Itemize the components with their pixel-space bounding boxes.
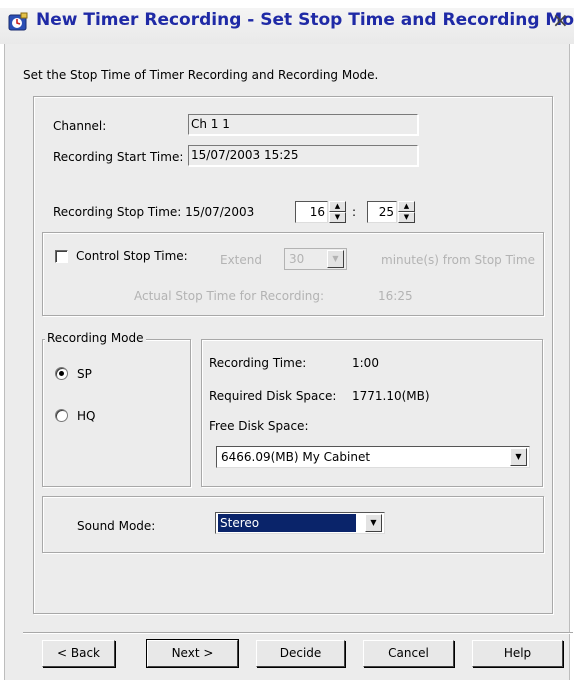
stop-minute-spinner[interactable]: ▲ ▼ xyxy=(398,201,415,223)
recording-mode-legend: Recording Mode xyxy=(45,331,146,345)
disk-space-label: Required Disk Space: xyxy=(209,389,337,403)
time-separator: : xyxy=(352,205,357,219)
extend-value: 30 xyxy=(289,252,305,266)
spin-up-icon[interactable]: ▲ xyxy=(329,201,346,212)
extend-select: 30 ▼ xyxy=(284,248,347,270)
dialog-body: Set the Stop Time of Timer Recording and… xyxy=(4,44,573,680)
spin-down-icon[interactable]: ▼ xyxy=(398,212,415,223)
free-space-value: 6466.09(MB) My Cabinet xyxy=(221,450,371,464)
chevron-down-icon[interactable]: ▼ xyxy=(365,514,382,532)
free-space-select[interactable]: 6466.09(MB) My Cabinet ▼ xyxy=(216,446,530,468)
start-time-label: Recording Start Time: xyxy=(53,150,184,164)
back-button[interactable]: < Back xyxy=(42,640,115,667)
recording-time-label: Recording Time: xyxy=(209,356,307,370)
cancel-button[interactable]: Cancel xyxy=(363,640,454,667)
control-stop-label[interactable]: Control Stop Time: xyxy=(76,249,188,263)
radio-hq[interactable] xyxy=(55,409,68,422)
spin-down-icon[interactable]: ▼ xyxy=(329,212,346,223)
control-stop-group xyxy=(42,232,544,316)
chevron-down-icon[interactable]: ▼ xyxy=(510,448,527,466)
disk-space-value: 1771.10(MB) xyxy=(352,389,430,403)
decide-button[interactable]: Decide xyxy=(256,640,345,667)
channel-label: Channel: xyxy=(53,119,107,133)
extend-label: Extend xyxy=(220,253,262,267)
app-icon xyxy=(8,12,28,31)
instruction-text: Set the Stop Time of Timer Recording and… xyxy=(23,68,379,82)
free-space-label: Free Disk Space: xyxy=(209,419,309,433)
sound-mode-label: Sound Mode: xyxy=(77,519,156,533)
radio-sp-label[interactable]: SP xyxy=(77,367,92,381)
channel-field: Ch 1 1 xyxy=(188,114,418,135)
title-bar: New Timer Recording - Set Stop Time and … xyxy=(0,0,574,44)
stop-minute-input[interactable]: 25 xyxy=(367,201,397,223)
close-icon[interactable]: × xyxy=(552,8,569,32)
stop-hour-input[interactable]: 16 xyxy=(295,201,328,223)
sound-mode-select[interactable]: Stereo ▼ xyxy=(215,512,385,534)
radio-sp[interactable] xyxy=(55,367,68,380)
recording-time-value: 1:00 xyxy=(352,356,379,370)
chevron-down-icon: ▼ xyxy=(327,250,344,268)
spin-up-icon[interactable]: ▲ xyxy=(398,201,415,212)
control-stop-checkbox[interactable] xyxy=(55,250,68,263)
start-time-field: 15/07/2003 15:25 xyxy=(188,145,418,166)
window-title: New Timer Recording - Set Stop Time and … xyxy=(36,10,574,30)
extend-suffix: minute(s) from Stop Time xyxy=(381,253,535,267)
stop-hour-spinner[interactable]: ▲ ▼ xyxy=(329,201,346,223)
button-separator xyxy=(23,632,573,634)
help-button[interactable]: Help xyxy=(472,640,563,667)
stop-time-label: Recording Stop Time: 15/07/2003 xyxy=(53,205,255,219)
actual-stop-value: 16:25 xyxy=(378,289,413,303)
sound-mode-value: Stereo xyxy=(218,514,356,532)
radio-hq-label[interactable]: HQ xyxy=(77,409,95,423)
actual-stop-label: Actual Stop Time for Recording: xyxy=(134,289,325,303)
next-button[interactable]: Next > xyxy=(146,639,239,668)
